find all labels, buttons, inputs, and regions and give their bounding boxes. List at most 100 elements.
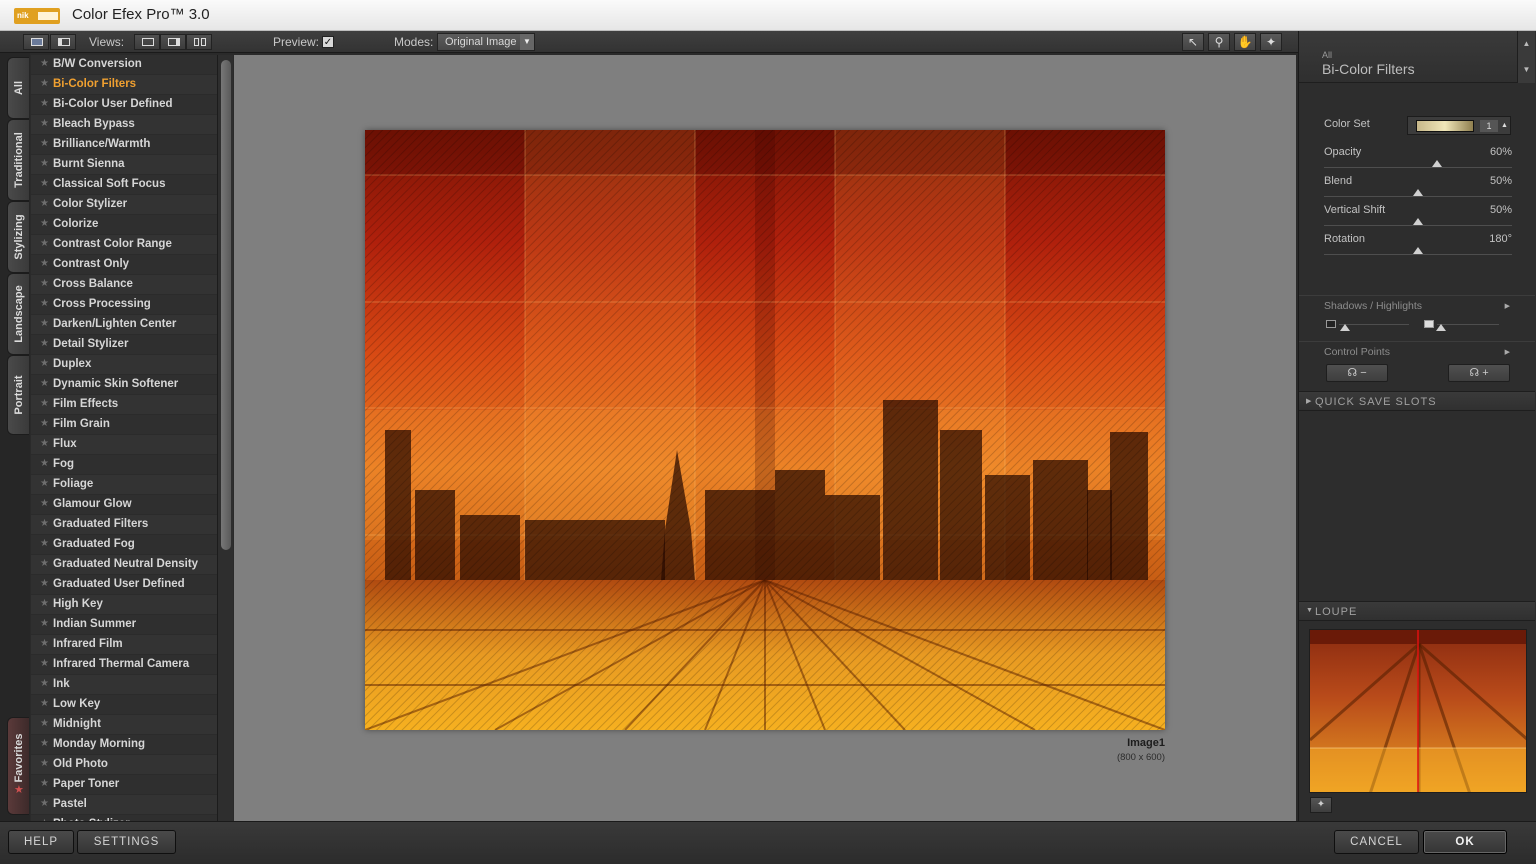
favorite-star-icon[interactable]: ★	[40, 118, 49, 129]
add-control-point-button[interactable]: ☊ +	[1448, 364, 1510, 382]
filter-list-item[interactable]: ★ Old Photo	[31, 755, 217, 775]
favorite-star-icon[interactable]: ★	[40, 638, 49, 649]
pin-loupe-icon[interactable]: ✦	[1310, 797, 1332, 813]
slider-thumb[interactable]	[1413, 189, 1423, 196]
filter-list-item[interactable]: ★ Flux	[31, 435, 217, 455]
filter-list-item[interactable]: ★ Detail Stylizer	[31, 335, 217, 355]
favorite-star-icon[interactable]: ★	[40, 698, 49, 709]
chevron-down-icon[interactable]: ▼	[1518, 57, 1535, 83]
tab-favorites[interactable]: Favorites ★	[7, 717, 29, 815]
expand-arrow-icon[interactable]: ▶	[1505, 302, 1510, 310]
filter-list-item[interactable]: ★ Graduated Fog	[31, 535, 217, 555]
tab-stylizing[interactable]: Stylizing	[7, 201, 29, 273]
favorite-star-icon[interactable]: ★	[40, 278, 49, 289]
filter-list-item[interactable]: ★ Brilliance/Warmth	[31, 135, 217, 155]
preview-image[interactable]	[365, 130, 1165, 730]
loupe-header[interactable]: ▼ LOUPE	[1299, 601, 1535, 621]
filter-list-item[interactable]: ★ Classical Soft Focus	[31, 175, 217, 195]
layout-single-pane-button[interactable]	[23, 34, 49, 50]
favorite-star-icon[interactable]: ★	[40, 218, 49, 229]
tab-traditional[interactable]: Traditional	[7, 119, 29, 201]
filter-list-item[interactable]: ★ Paper Toner	[31, 775, 217, 795]
favorite-star-icon[interactable]: ★	[40, 418, 49, 429]
pointer-tool-icon[interactable]: ↖	[1182, 33, 1204, 51]
slider-track[interactable]	[1324, 254, 1512, 255]
filter-list-item[interactable]: ★ Indian Summer	[31, 615, 217, 635]
favorite-star-icon[interactable]: ★	[40, 198, 49, 209]
slider-track[interactable]	[1324, 196, 1512, 197]
view-split-button[interactable]	[160, 34, 186, 50]
filter-list-item[interactable]: ★ Cross Balance	[31, 275, 217, 295]
chevron-updown-icon[interactable]: ▲	[1500, 118, 1509, 133]
favorite-star-icon[interactable]: ★	[40, 758, 49, 769]
filter-list-item[interactable]: ★ Foliage	[31, 475, 217, 495]
favorite-star-icon[interactable]: ★	[40, 78, 49, 89]
favorite-star-icon[interactable]: ★	[40, 538, 49, 549]
highlights-slider-thumb[interactable]	[1436, 324, 1446, 331]
favorite-star-icon[interactable]: ★	[40, 718, 49, 729]
favorite-star-icon[interactable]: ★	[40, 58, 49, 69]
preview-checkbox[interactable]: ✓	[322, 36, 334, 48]
filter-list-item[interactable]: ★ Ink	[31, 675, 217, 695]
modes-select[interactable]: Original Image ▼	[437, 33, 535, 51]
filter-list-item[interactable]: ★ Bi-Color User Defined	[31, 95, 217, 115]
favorite-star-icon[interactable]: ★	[40, 598, 49, 609]
favorite-star-icon[interactable]: ★	[40, 178, 49, 189]
slider-thumb[interactable]	[1413, 247, 1423, 254]
favorite-star-icon[interactable]: ★	[40, 518, 49, 529]
slider-track[interactable]	[1324, 225, 1512, 226]
color-set-select[interactable]: 1 ▲	[1407, 116, 1511, 135]
view-single-button[interactable]	[134, 34, 160, 50]
remove-control-point-button[interactable]: ☊ −	[1326, 364, 1388, 382]
filter-list-item[interactable]: ★ Graduated Neutral Density	[31, 555, 217, 575]
scrollbar-thumb[interactable]	[221, 60, 231, 550]
favorite-star-icon[interactable]: ★	[40, 318, 49, 329]
filter-list-item[interactable]: ★ Low Key	[31, 695, 217, 715]
layout-split-pane-button[interactable]	[50, 34, 76, 50]
favorite-star-icon[interactable]: ★	[40, 158, 49, 169]
favorite-star-icon[interactable]: ★	[40, 778, 49, 789]
chevron-up-icon[interactable]: ▲	[1518, 31, 1535, 57]
favorite-star-icon[interactable]: ★	[40, 738, 49, 749]
filter-list-item[interactable]: ★ Glamour Glow	[31, 495, 217, 515]
favorite-star-icon[interactable]: ★	[40, 358, 49, 369]
expand-arrow-icon[interactable]: ▶	[1505, 348, 1510, 356]
favorite-star-icon[interactable]: ★	[40, 498, 49, 509]
favorite-star-icon[interactable]: ★	[40, 258, 49, 269]
favorite-star-icon[interactable]: ★	[40, 798, 49, 809]
hand-tool-icon[interactable]: ✋	[1234, 33, 1256, 51]
filter-list-item[interactable]: ★ Cross Processing	[31, 295, 217, 315]
favorite-star-icon[interactable]: ★	[40, 338, 49, 349]
filter-list-item[interactable]: ★ Film Grain	[31, 415, 217, 435]
settings-button[interactable]: SETTINGS	[77, 830, 176, 854]
filter-list-item[interactable]: ★ Duplex	[31, 355, 217, 375]
favorite-star-icon[interactable]: ★	[40, 138, 49, 149]
filter-list-item[interactable]: ★ Darken/Lighten Center	[31, 315, 217, 335]
favorite-star-icon[interactable]: ★	[40, 98, 49, 109]
favorite-star-icon[interactable]: ★	[40, 238, 49, 249]
filter-list-item[interactable]: ★ Bi-Color Filters	[31, 75, 217, 95]
filter-list-item[interactable]: ★ Infrared Film	[31, 635, 217, 655]
tab-landscape[interactable]: Landscape	[7, 273, 29, 355]
filter-list-item[interactable]: ★ Pastel	[31, 795, 217, 815]
filter-list-item[interactable]: ★ Fog	[31, 455, 217, 475]
filter-list-item[interactable]: ★ Burnt Sienna	[31, 155, 217, 175]
filter-list-item[interactable]: ★ Contrast Only	[31, 255, 217, 275]
filter-list-item[interactable]: ★ High Key	[31, 595, 217, 615]
filter-list-item[interactable]: ★ Monday Morning	[31, 735, 217, 755]
filter-list-item[interactable]: ★ B/W Conversion	[31, 55, 217, 75]
filter-list-item[interactable]: ★ Bleach Bypass	[31, 115, 217, 135]
filter-list-item[interactable]: ★ Midnight	[31, 715, 217, 735]
favorite-star-icon[interactable]: ★	[40, 618, 49, 629]
shadows-slider-thumb[interactable]	[1340, 324, 1350, 331]
slider-thumb[interactable]	[1431, 160, 1442, 167]
view-side-by-side-button[interactable]	[186, 34, 212, 50]
zoom-tool-icon[interactable]: ⚲	[1208, 33, 1230, 51]
filter-list-item[interactable]: ★ Color Stylizer	[31, 195, 217, 215]
help-button[interactable]: HELP	[8, 830, 74, 854]
slider-track[interactable]	[1324, 167, 1512, 168]
filter-list-scrollbar[interactable]	[217, 55, 233, 821]
favorite-star-icon[interactable]: ★	[40, 398, 49, 409]
filter-list-item[interactable]: ★ Infrared Thermal Camera	[31, 655, 217, 675]
quick-save-slots-header[interactable]: ▶ QUICK SAVE SLOTS	[1299, 391, 1535, 411]
